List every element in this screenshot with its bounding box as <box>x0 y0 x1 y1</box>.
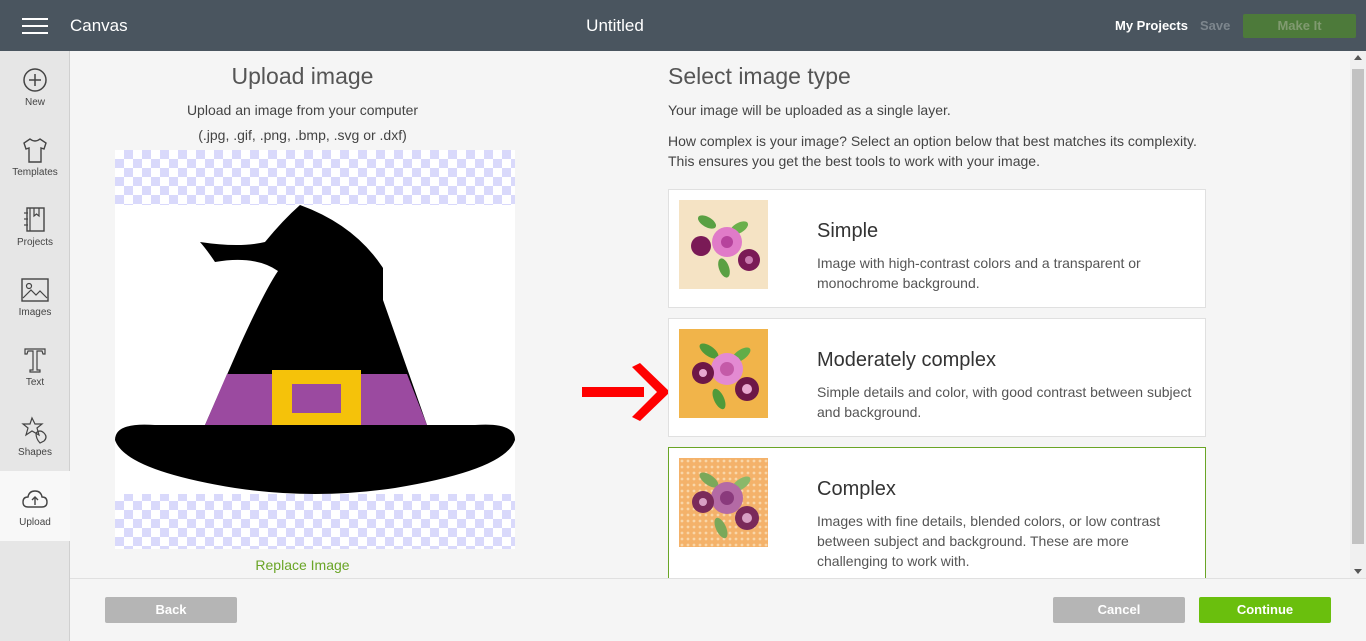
option-description: Images with fine details, blended colors… <box>817 511 1197 571</box>
continue-button[interactable]: Continue <box>1199 597 1331 623</box>
sidebar-item-label: Text <box>0 377 70 388</box>
sidebar-item-label: New <box>0 97 70 108</box>
option-description: Simple details and color, with good cont… <box>817 382 1197 422</box>
sidebar-item-shapes[interactable]: Shapes <box>0 401 70 471</box>
upload-title: Upload image <box>70 63 535 90</box>
flower-thumbnail-moderate <box>679 329 768 418</box>
flower-thumbnail-complex <box>679 458 768 547</box>
save-button[interactable]: Save <box>1200 18 1230 33</box>
document-title: Untitled <box>0 16 1230 36</box>
replace-image-link[interactable]: Replace Image <box>70 557 535 573</box>
main-scrollbar[interactable] <box>1350 51 1366 578</box>
sidebar-item-templates[interactable]: Templates <box>0 121 70 191</box>
shapes-icon <box>20 415 50 445</box>
image-icon <box>20 275 50 305</box>
footer-bar: Back Cancel Continue <box>70 578 1366 641</box>
my-projects-link[interactable]: My Projects <box>1115 18 1188 33</box>
tshirt-icon <box>20 135 50 165</box>
upload-formats: (.jpg, .gif, .png, .bmp, .svg or .dxf) <box>70 127 535 143</box>
select-type-title: Select image type <box>668 63 851 90</box>
upload-subtitle: Upload an image from your computer <box>70 102 535 118</box>
flower-thumbnail-simple <box>679 200 768 289</box>
text-icon <box>20 345 50 375</box>
option-title: Simple <box>817 220 878 243</box>
option-title: Moderately complex <box>817 349 996 372</box>
sidebar-item-label: Projects <box>0 237 70 248</box>
single-layer-note: Your image will be uploaded as a single … <box>668 102 951 118</box>
sidebar: New Templates Projects Images Text Shape… <box>0 51 70 641</box>
scroll-up-icon[interactable] <box>1354 55 1362 60</box>
witch-hat-image <box>115 150 515 549</box>
cancel-button[interactable]: Cancel <box>1053 597 1185 623</box>
sidebar-item-label: Templates <box>0 167 70 178</box>
arrow-right-icon <box>582 363 670 423</box>
make-it-button[interactable]: Make It <box>1243 14 1356 38</box>
sidebar-item-label: Upload <box>0 517 70 528</box>
image-preview <box>115 150 515 549</box>
sidebar-item-label: Shapes <box>0 447 70 458</box>
top-bar: Canvas Untitled My Projects Save Make It <box>0 0 1366 51</box>
sidebar-item-upload[interactable]: Upload <box>0 471 70 541</box>
complexity-instructions: How complex is your image? Select an opt… <box>668 131 1213 171</box>
sidebar-item-label: Images <box>0 307 70 318</box>
sidebar-item-projects[interactable]: Projects <box>0 191 70 261</box>
scrollbar-thumb[interactable] <box>1352 69 1364 544</box>
option-description: Image with high-contrast colors and a tr… <box>817 253 1197 293</box>
option-simple[interactable]: Simple Image with high-contrast colors a… <box>668 189 1206 308</box>
notebook-icon <box>20 205 50 235</box>
plus-circle-icon <box>20 65 50 95</box>
scroll-down-icon[interactable] <box>1354 569 1362 574</box>
sidebar-item-text[interactable]: Text <box>0 331 70 401</box>
sidebar-item-images[interactable]: Images <box>0 261 70 331</box>
option-moderately-complex[interactable]: Moderately complex Simple details and co… <box>668 318 1206 437</box>
sidebar-item-new[interactable]: New <box>0 51 70 121</box>
main-panel: Upload image Upload an image from your c… <box>70 51 1350 578</box>
option-complex[interactable]: Complex Images with fine details, blende… <box>668 447 1206 578</box>
cloud-upload-icon <box>20 485 50 515</box>
option-title: Complex <box>817 478 896 501</box>
back-button[interactable]: Back <box>105 597 237 623</box>
